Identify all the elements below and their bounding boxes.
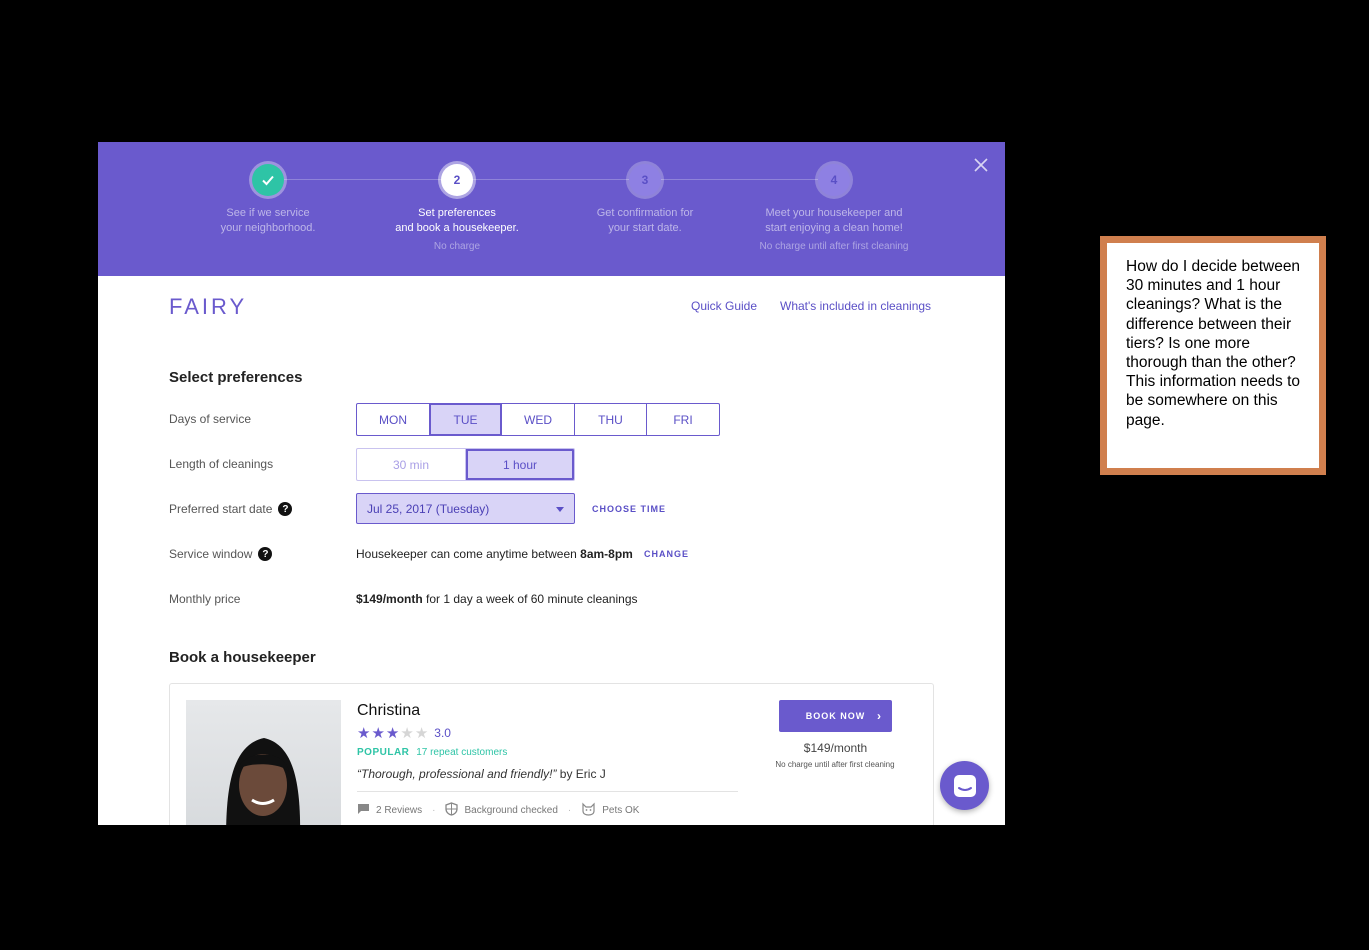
reviews-link[interactable]: 2 Reviews [376, 805, 422, 816]
monthly-price-label: Monthly price [169, 592, 240, 606]
background-checked: Background checked [464, 805, 558, 816]
star-icon: ★ [385, 725, 400, 742]
book-housekeeper-title: Book a housekeeper [169, 649, 316, 666]
start-date-label-text: Preferred start date [169, 502, 273, 516]
rating-value: 3.0 [434, 726, 451, 740]
step-4-label-line1: Meet your housekeeper and [765, 207, 903, 219]
select-preferences-title: Select preferences [169, 369, 303, 386]
day-mon[interactable]: MON [357, 404, 430, 435]
step-3-label-line2: your start date. [608, 222, 682, 234]
window-hours: 8am-8pm [580, 547, 633, 561]
pets-ok: Pets OK [602, 805, 640, 816]
card-no-charge-note: No charge until after first cleaning [775, 760, 895, 769]
step-3-number: 3 [629, 164, 661, 196]
step-1-label-line2: your neighborhood. [220, 222, 316, 234]
chevron-right-icon: › [877, 709, 882, 723]
day-fri[interactable]: FRI [647, 404, 719, 435]
step-3: 3 Get confirmation for your start date. [550, 164, 740, 236]
day-wed[interactable]: WED [502, 404, 575, 435]
repeat-customers: 17 repeat customers [416, 747, 508, 758]
help-icon[interactable]: ? [258, 547, 273, 561]
step-3-label-line1: Get confirmation for [596, 207, 694, 219]
price-amount: $149/month [356, 592, 423, 606]
housekeeper-meta: 2 Reviews · Background checked · Pets OK [357, 802, 639, 819]
monthly-price-label-text: Monthly price [169, 592, 241, 606]
service-window-value: Housekeeper can come anytime between 8am… [356, 547, 633, 561]
book-now-label: BOOK NOW [805, 711, 866, 721]
booking-modal: See if we service your neighborhood. 2 S… [98, 142, 1005, 825]
housekeeper-card: Christina ★ ★ ★ ★ ★ 3.0 POPULAR 17 repea… [169, 683, 934, 825]
quote-text: “Thorough, professional and friendly!” [357, 767, 557, 781]
step-2-number: 2 [441, 164, 473, 196]
start-date-label: Preferred start date ? [169, 502, 293, 516]
star-empty-icon: ★ [414, 725, 429, 742]
popular-badge: POPULAR 17 repeat customers [357, 747, 507, 758]
start-date-select[interactable]: Jul 25, 2017 (Tuesday) [356, 493, 575, 524]
review-quote: “Thorough, professional and friendly!” b… [357, 767, 606, 781]
days-label-text: Days of service [169, 412, 252, 426]
change-window-link[interactable]: CHANGE [644, 549, 689, 559]
step-2: 2 Set preferences and book a housekeeper… [362, 164, 552, 252]
days-selector: MON TUE WED THU FRI [356, 403, 720, 436]
star-icon: ★ [357, 725, 371, 742]
star-rating: ★ ★ ★ ★ ★ 3.0 [357, 724, 451, 742]
annotation-note: How do I decide between 30 minutes and 1… [1100, 236, 1326, 475]
quick-guide-link[interactable]: Quick Guide [691, 299, 757, 313]
length-30-min[interactable]: 30 min [357, 449, 466, 480]
step-1: See if we service your neighborhood. [173, 164, 363, 236]
step-4-sub: No charge until after first cleaning [759, 241, 909, 252]
progress-stepper: See if we service your neighborhood. 2 S… [98, 142, 1005, 276]
day-tue[interactable]: TUE [430, 404, 502, 435]
service-window-label: Service window ? [169, 547, 273, 561]
popular-label: POPULAR [357, 747, 410, 758]
card-price: $149/month [803, 741, 868, 755]
step-4-number: 4 [818, 164, 850, 196]
days-label: Days of service [169, 412, 251, 426]
step-1-label-line1: See if we service [226, 207, 310, 219]
day-thu[interactable]: THU [575, 404, 647, 435]
annotation-note-text: How do I decide between 30 minutes and 1… [1107, 243, 1319, 468]
price-suffix: for 1 day a week of 60 minute cleanings [426, 592, 638, 606]
cat-icon [581, 802, 596, 819]
step-2-label-line1: Set preferences [418, 207, 496, 219]
quote-author: by Eric J [559, 767, 606, 781]
window-prefix: Housekeeper can come anytime between [356, 547, 577, 561]
step-4: 4 Meet your housekeeper and start enjoyi… [739, 164, 929, 252]
chevron-down-icon [556, 507, 564, 512]
monthly-price-value: $149/month for 1 day a week of 60 minute… [356, 592, 638, 606]
start-date-value: Jul 25, 2017 (Tuesday) [367, 501, 490, 516]
length-label-text: Length of cleanings [169, 457, 274, 471]
fairy-logo[interactable]: FAIRY [169, 294, 247, 320]
chat-button[interactable] [940, 761, 989, 810]
check-icon [252, 164, 284, 196]
service-window-label-text: Service window [169, 547, 253, 561]
comment-icon [357, 803, 370, 818]
step-2-label-line2: and book a housekeeper. [395, 222, 519, 234]
book-now-button[interactable]: BOOK NOW › [779, 700, 892, 732]
help-icon[interactable]: ? [278, 502, 293, 516]
choose-time-link[interactable]: CHOOSE TIME [592, 504, 666, 514]
housekeeper-name[interactable]: Christina [357, 702, 420, 720]
close-icon[interactable] [972, 156, 990, 174]
star-icon: ★ [371, 725, 385, 742]
shield-icon [445, 802, 459, 819]
chat-icon [953, 774, 976, 797]
step-2-sub: No charge [433, 241, 481, 252]
length-label: Length of cleanings [169, 457, 273, 471]
star-empty-icon: ★ [400, 725, 414, 742]
divider [357, 791, 738, 792]
whats-included-link[interactable]: What's included in cleanings [780, 299, 931, 313]
step-4-label-line2: start enjoying a clean home! [765, 222, 903, 234]
length-1-hour[interactable]: 1 hour [466, 449, 574, 480]
length-selector: 30 min 1 hour [356, 448, 575, 481]
housekeeper-photo [186, 700, 341, 825]
